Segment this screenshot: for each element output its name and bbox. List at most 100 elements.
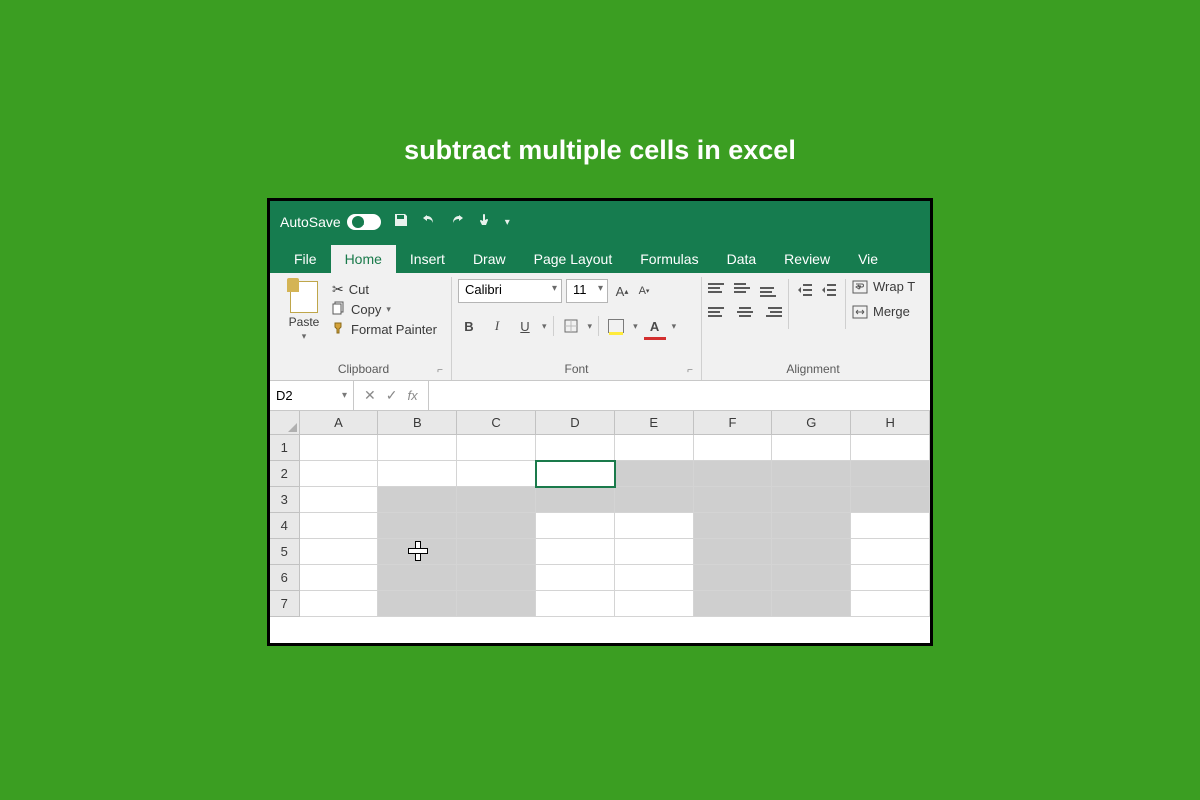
col-header-c[interactable]: C — [457, 411, 536, 435]
row-header-1[interactable]: 1 — [270, 435, 300, 461]
cell-d6[interactable] — [536, 565, 615, 591]
cell-d2[interactable] — [536, 461, 615, 487]
cell-e4[interactable] — [615, 513, 694, 539]
tab-insert[interactable]: Insert — [396, 245, 459, 273]
insert-function-icon[interactable]: fx — [407, 388, 417, 403]
cell-h6[interactable] — [851, 565, 930, 591]
borders-button[interactable] — [560, 315, 582, 337]
col-header-d[interactable]: D — [536, 411, 615, 435]
copy-button[interactable]: Copy ▾ — [332, 301, 437, 318]
cell-d4[interactable] — [536, 513, 615, 539]
font-color-button[interactable]: A — [644, 315, 666, 337]
cell-c1[interactable] — [457, 435, 536, 461]
cell-c5[interactable] — [457, 539, 536, 565]
cell-a2[interactable] — [300, 461, 379, 487]
font-color-dropdown-icon[interactable]: ▾ — [672, 321, 677, 332]
dialog-launcher-icon[interactable]: ⌐ — [437, 365, 443, 376]
cell-a1[interactable] — [300, 435, 379, 461]
enter-formula-icon[interactable]: ✓ — [386, 387, 398, 404]
cell-g2[interactable] — [772, 461, 851, 487]
cell-a3[interactable] — [300, 487, 379, 513]
col-header-f[interactable]: F — [694, 411, 773, 435]
cell-e6[interactable] — [615, 565, 694, 591]
cell-g5[interactable] — [772, 539, 851, 565]
row-header-3[interactable]: 3 — [270, 487, 300, 513]
cell-c7[interactable] — [457, 591, 536, 617]
name-box[interactable]: D2 — [270, 381, 354, 410]
cell-d1[interactable] — [536, 435, 615, 461]
cell-f5[interactable] — [694, 539, 773, 565]
cell-f2[interactable] — [694, 461, 773, 487]
tab-review[interactable]: Review — [770, 245, 844, 273]
wrap-text-button[interactable]: Wrap T — [852, 279, 915, 294]
cell-e3[interactable] — [615, 487, 694, 513]
cell-a4[interactable] — [300, 513, 379, 539]
cell-e1[interactable] — [615, 435, 694, 461]
row-header-4[interactable]: 4 — [270, 513, 300, 539]
col-header-h[interactable]: H — [851, 411, 930, 435]
cell-c3[interactable] — [457, 487, 536, 513]
cell-g4[interactable] — [772, 513, 851, 539]
cell-h5[interactable] — [851, 539, 930, 565]
cell-a7[interactable] — [300, 591, 379, 617]
decrease-indent-button[interactable] — [795, 279, 815, 301]
cell-g3[interactable] — [772, 487, 851, 513]
align-center-button[interactable] — [734, 303, 756, 321]
save-icon[interactable] — [393, 212, 409, 232]
col-header-g[interactable]: G — [772, 411, 851, 435]
align-bottom-button[interactable] — [760, 279, 782, 297]
select-all-corner[interactable] — [270, 411, 300, 435]
tab-home[interactable]: Home — [331, 245, 396, 273]
cell-b5[interactable] — [378, 539, 457, 565]
undo-icon[interactable] — [421, 212, 437, 232]
tab-page-layout[interactable]: Page Layout — [520, 245, 627, 273]
autosave-toggle[interactable]: AutoSave On — [280, 214, 381, 230]
redo-icon[interactable] — [449, 212, 465, 232]
cell-b6[interactable] — [378, 565, 457, 591]
col-header-a[interactable]: A — [300, 411, 379, 435]
font-name-select[interactable]: Calibri — [458, 279, 562, 303]
copy-dropdown-icon[interactable]: ▾ — [386, 304, 391, 315]
cell-a6[interactable] — [300, 565, 379, 591]
tab-data[interactable]: Data — [713, 245, 771, 273]
row-header-6[interactable]: 6 — [270, 565, 300, 591]
cell-h1[interactable] — [851, 435, 930, 461]
font-size-select[interactable]: 11 — [566, 279, 608, 303]
borders-dropdown-icon[interactable]: ▾ — [588, 321, 593, 332]
cell-b1[interactable] — [378, 435, 457, 461]
formula-input[interactable] — [429, 381, 930, 410]
increase-indent-button[interactable] — [819, 279, 839, 301]
col-header-e[interactable]: E — [615, 411, 694, 435]
tab-draw[interactable]: Draw — [459, 245, 520, 273]
merge-center-button[interactable]: Merge — [852, 304, 915, 319]
underline-button[interactable]: U — [514, 315, 536, 337]
fill-color-button[interactable] — [605, 315, 627, 337]
tab-file[interactable]: File — [280, 245, 331, 273]
row-header-7[interactable]: 7 — [270, 591, 300, 617]
cell-h2[interactable] — [851, 461, 930, 487]
align-top-button[interactable] — [708, 279, 730, 297]
cell-f6[interactable] — [694, 565, 773, 591]
cell-d5[interactable] — [536, 539, 615, 565]
row-header-5[interactable]: 5 — [270, 539, 300, 565]
tab-formulas[interactable]: Formulas — [626, 245, 712, 273]
cancel-formula-icon[interactable]: ✕ — [364, 387, 376, 404]
cell-f4[interactable] — [694, 513, 773, 539]
cell-h4[interactable] — [851, 513, 930, 539]
cell-e7[interactable] — [615, 591, 694, 617]
cell-a5[interactable] — [300, 539, 379, 565]
cell-h7[interactable] — [851, 591, 930, 617]
touch-mode-icon[interactable] — [477, 212, 493, 232]
cell-f3[interactable] — [694, 487, 773, 513]
paste-button[interactable]: Paste ▾ — [282, 279, 326, 359]
paste-dropdown-icon[interactable]: ▾ — [302, 331, 307, 342]
cell-e5[interactable] — [615, 539, 694, 565]
align-middle-button[interactable] — [734, 279, 756, 297]
underline-dropdown-icon[interactable]: ▾ — [542, 321, 547, 332]
qat-dropdown-icon[interactable]: ▾ — [505, 217, 510, 228]
col-header-b[interactable]: B — [378, 411, 457, 435]
row-header-2[interactable]: 2 — [270, 461, 300, 487]
worksheet[interactable]: A B C D E F G H 1234567 — [270, 411, 930, 643]
cell-e2[interactable] — [615, 461, 694, 487]
cell-b7[interactable] — [378, 591, 457, 617]
